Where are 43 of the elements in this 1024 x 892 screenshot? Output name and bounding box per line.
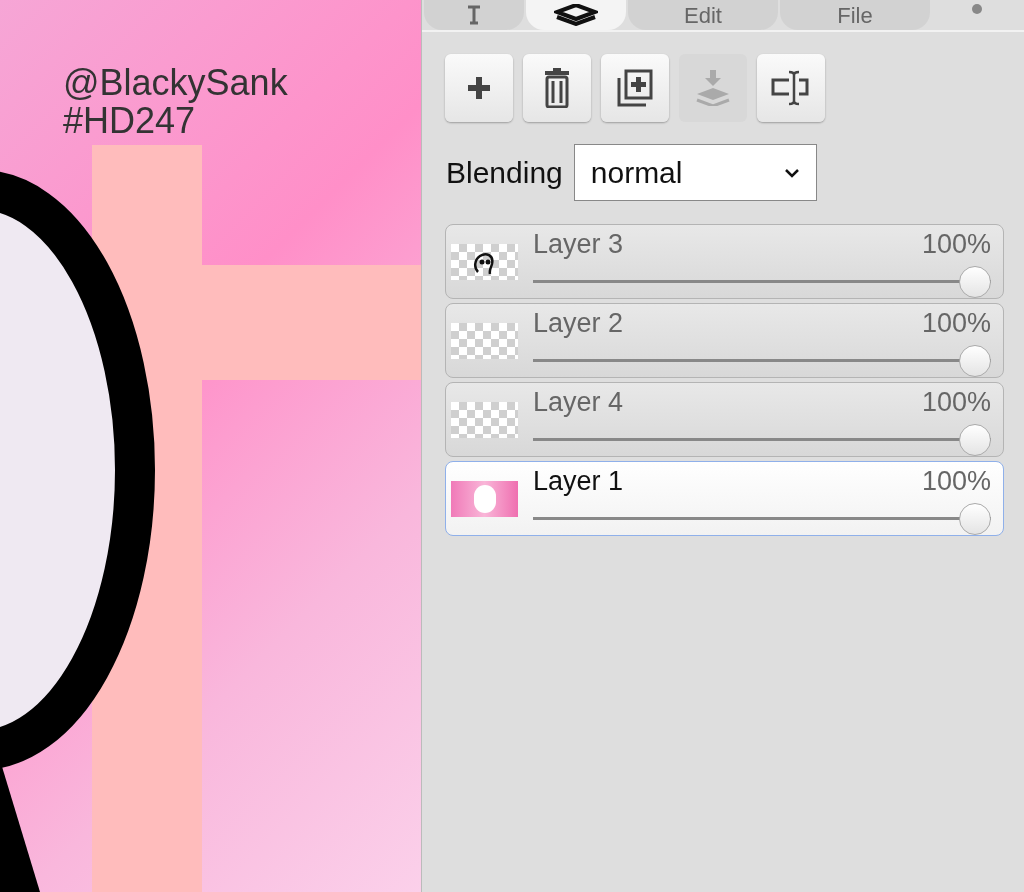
- drawing-canvas[interactable]: @BlackySank #HD247: [0, 0, 421, 892]
- duplicate-icon: [616, 68, 654, 108]
- opacity-value: 100%: [921, 307, 991, 341]
- slider-thumb[interactable]: [959, 423, 991, 456]
- layer-thumbnail: [451, 401, 518, 438]
- layer-row[interactable]: Layer 3 100%: [445, 224, 1004, 299]
- blending-select[interactable]: normal: [573, 144, 817, 201]
- trash-icon: [542, 68, 572, 108]
- layer-thumbnail: [451, 480, 518, 517]
- opacity-slider[interactable]: [533, 422, 991, 457]
- canvas-text: #HD247: [63, 102, 196, 140]
- layer-row[interactable]: Layer 2 100%: [445, 303, 1004, 378]
- opacity-value: 100%: [921, 465, 991, 499]
- layer-name: Layer 4: [533, 386, 624, 420]
- layers-icon: [554, 4, 598, 26]
- layer-row[interactable]: Layer 4 100%: [445, 382, 1004, 457]
- slider-thumb[interactable]: [959, 265, 991, 298]
- duplicate-button[interactable]: [601, 54, 669, 122]
- layer-name: Layer 2: [533, 307, 624, 341]
- slider-thumb[interactable]: [959, 344, 991, 377]
- text-field-icon: [771, 70, 811, 106]
- tab[interactable]: File: [780, 0, 930, 30]
- opacity-value: 100%: [921, 228, 991, 262]
- layer-name: Layer 1: [533, 465, 624, 499]
- delete-button[interactable]: [523, 54, 591, 122]
- opacity-value: 100%: [921, 386, 991, 420]
- canvas-text: @BlackySank: [63, 64, 288, 102]
- tab[interactable]: [526, 0, 626, 30]
- merge-layers-icon: [695, 70, 731, 106]
- layer-thumbnail: [451, 243, 518, 280]
- slider-thumb[interactable]: [959, 502, 991, 535]
- layer-name: Layer 3: [533, 228, 624, 262]
- plus-icon: [466, 75, 492, 101]
- chevron-icon: [783, 167, 800, 178]
- blending-label: Blending: [446, 155, 563, 191]
- opacity-slider[interactable]: [533, 264, 991, 299]
- opacity-slider[interactable]: [533, 501, 991, 536]
- rename-button[interactable]: [757, 54, 825, 122]
- layer-row[interactable]: Layer 1 100%: [445, 461, 1004, 536]
- tab[interactable]: Edit: [628, 0, 778, 30]
- add-button[interactable]: [445, 54, 513, 122]
- opacity-slider[interactable]: [533, 343, 991, 378]
- layer-thumbnail: [451, 322, 518, 359]
